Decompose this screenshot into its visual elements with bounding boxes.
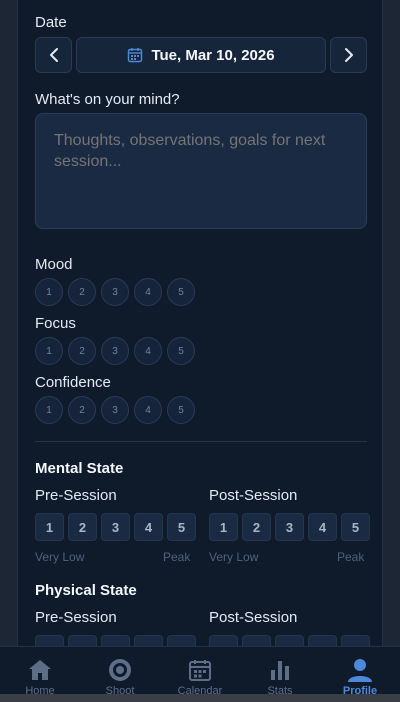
physical-post-option[interactable] xyxy=(308,635,337,646)
journal-panel: Date Tue, Mar 10, 2026 What's on your mi… xyxy=(17,0,383,646)
mental-pre-option[interactable]: 1 xyxy=(35,513,64,541)
confidence-rating: 1 2 3 4 5 xyxy=(35,396,195,424)
focus-option[interactable]: 5 xyxy=(167,337,195,365)
date-selector[interactable]: Tue, Mar 10, 2026 xyxy=(76,37,326,73)
mental-pre-option[interactable]: 4 xyxy=(134,513,163,541)
physical-pre-option[interactable] xyxy=(68,635,97,646)
physical-state-title: Physical State xyxy=(35,582,137,599)
mental-post-high-label: Peak xyxy=(337,550,365,564)
notes-textarea[interactable] xyxy=(35,113,367,229)
mental-post-option[interactable]: 3 xyxy=(275,513,304,541)
mental-pre-option[interactable]: 3 xyxy=(101,513,130,541)
physical-pre-option[interactable] xyxy=(35,635,64,646)
next-date-button[interactable] xyxy=(330,37,367,73)
confidence-option[interactable]: 2 xyxy=(68,396,96,424)
mental-post-option[interactable]: 4 xyxy=(308,513,337,541)
mental-pre-low-label: Very Low xyxy=(35,550,85,564)
mental-post-option[interactable]: 2 xyxy=(242,513,271,541)
physical-pre-option[interactable] xyxy=(101,635,130,646)
date-label: Date xyxy=(35,14,67,31)
physical-pre-scale xyxy=(35,635,196,646)
mood-option[interactable]: 2 xyxy=(68,278,96,306)
physical-post-option[interactable] xyxy=(242,635,271,646)
focus-option[interactable]: 2 xyxy=(68,337,96,365)
focus-option[interactable]: 4 xyxy=(134,337,162,365)
physical-post-option[interactable] xyxy=(209,635,238,646)
tab-shoot[interactable]: Shoot xyxy=(80,647,160,697)
focus-label: Focus xyxy=(35,315,76,332)
previous-date-button[interactable] xyxy=(35,37,72,73)
tab-home[interactable]: Home xyxy=(0,647,80,697)
confidence-option[interactable]: 5 xyxy=(167,396,195,424)
bar-chart-icon xyxy=(271,661,289,680)
focus-option[interactable]: 1 xyxy=(35,337,63,365)
mood-option[interactable]: 3 xyxy=(101,278,129,306)
mental-post-label: Post-Session xyxy=(209,487,298,504)
calendar-icon xyxy=(189,660,211,681)
mood-rating: 1 2 3 4 5 xyxy=(35,278,195,306)
mood-label: Mood xyxy=(35,256,73,273)
calendar-icon xyxy=(128,48,143,63)
confidence-option[interactable]: 4 xyxy=(134,396,162,424)
target-icon xyxy=(109,659,131,681)
confidence-option[interactable]: 3 xyxy=(101,396,129,424)
physical-pre-option[interactable] xyxy=(167,635,196,646)
mental-post-scale: 1 2 3 4 5 xyxy=(209,513,370,541)
mood-option[interactable]: 1 xyxy=(35,278,63,306)
mental-pre-label: Pre-Session xyxy=(35,487,117,504)
mood-option[interactable]: 4 xyxy=(134,278,162,306)
physical-post-option[interactable] xyxy=(275,635,304,646)
physical-post-label: Post-Session xyxy=(209,609,298,626)
mood-option[interactable]: 5 xyxy=(167,278,195,306)
tab-profile[interactable]: Profile xyxy=(320,647,400,697)
mental-pre-high-label: Peak xyxy=(163,550,191,564)
physical-pre-option[interactable] xyxy=(134,635,163,646)
mental-pre-option[interactable]: 2 xyxy=(68,513,97,541)
section-divider xyxy=(35,441,367,442)
mental-state-title: Mental State xyxy=(35,460,124,477)
user-icon xyxy=(348,659,372,682)
chevron-right-icon xyxy=(344,48,353,62)
physical-post-scale xyxy=(209,635,370,646)
home-indicator-strip xyxy=(0,694,400,702)
chevron-left-icon xyxy=(49,48,58,62)
confidence-label: Confidence xyxy=(35,374,111,391)
focus-option[interactable]: 3 xyxy=(101,337,129,365)
mental-pre-option[interactable]: 5 xyxy=(167,513,196,541)
physical-post-option[interactable] xyxy=(341,635,370,646)
mental-post-low-label: Very Low xyxy=(209,550,259,564)
mental-post-option[interactable]: 5 xyxy=(341,513,370,541)
tab-calendar[interactable]: Calendar xyxy=(160,647,240,697)
home-icon xyxy=(29,660,51,680)
date-value: Tue, Mar 10, 2026 xyxy=(151,46,275,64)
focus-rating: 1 2 3 4 5 xyxy=(35,337,195,365)
confidence-option[interactable]: 1 xyxy=(35,396,63,424)
physical-pre-label: Pre-Session xyxy=(35,609,117,626)
notes-label: What's on your mind? xyxy=(35,91,180,108)
tab-stats[interactable]: Stats xyxy=(240,647,320,697)
right-gutter xyxy=(383,0,400,702)
mental-post-option[interactable]: 1 xyxy=(209,513,238,541)
mental-pre-scale: 1 2 3 4 5 xyxy=(35,513,196,541)
left-gutter xyxy=(0,0,17,702)
